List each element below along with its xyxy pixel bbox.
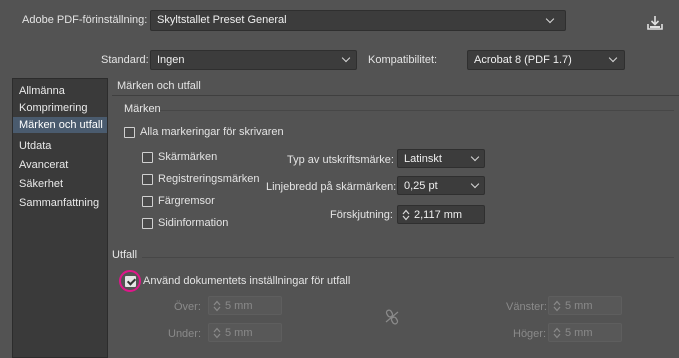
standard-value: Ingen [157,54,185,66]
preset-dropdown[interactable]: Skyltstallet Preset General [150,10,566,31]
bleed-left-label: Vänster: [506,301,547,313]
crop-marks-label: Skärmärken [158,151,218,163]
category-sidebar: Allmänna Komprimering Märken och utfall … [12,78,108,358]
preset-label: Adobe PDF-förinställning: [22,14,148,26]
mark-weight-dropdown[interactable]: 0,25 pt [397,176,485,195]
bleed-top-value: 5 mm [225,300,253,312]
chevron-down-icon [608,53,618,63]
bleed-bottom-label: Under: [168,328,202,340]
section-title: Märken och utfall [117,80,201,92]
registration-marks-label: Registreringsmärken [158,173,260,185]
bleed-right-stepper[interactable]: 5 mm [548,323,622,342]
bleed-top-stepper[interactable]: 5 mm [208,296,282,315]
stepper-arrows-icon [213,300,221,312]
standard-label: Standard: [101,54,149,66]
stepper-arrows-icon [553,327,561,339]
registration-marks-checkbox[interactable] [142,174,153,185]
bleed-group-title: Utfall [112,249,138,261]
offset-value: 2,117 mm [414,209,463,221]
standard-dropdown[interactable]: Ingen [150,50,357,70]
bleed-top-label: Över: [174,301,201,313]
preset-value: Skyltstallet Preset General [157,14,287,26]
sidebar-item-marks-and-bleeds[interactable]: Märken och utfall [13,117,107,133]
chevron-down-icon [545,14,555,24]
stepper-arrows-icon[interactable] [402,209,410,221]
bleed-right-value: 5 mm [565,327,593,339]
sidebar-item-compression[interactable]: Komprimering [13,100,107,116]
chevron-down-icon [470,179,480,189]
marks-group-title: Märken [124,103,161,115]
compatibility-label: Kompatibilitet: [368,54,438,66]
all-printer-marks-checkbox[interactable] [124,127,135,138]
chain-link-icon[interactable] [384,308,400,326]
offset-stepper[interactable]: 2,117 mm [397,205,485,224]
mark-type-label: Typ av utskriftsmärke: [287,154,394,166]
bleed-bottom-stepper[interactable]: 5 mm [208,323,282,342]
bleed-left-value: 5 mm [565,300,593,312]
mark-weight-value: 0,25 pt [404,180,438,192]
crop-marks-checkbox[interactable] [142,152,153,163]
bleed-bottom-value: 5 mm [225,327,253,339]
compatibility-dropdown[interactable]: Acrobat 8 (PDF 1.7) [467,50,625,70]
sidebar-item-security[interactable]: Säkerhet [13,176,107,192]
color-bars-checkbox[interactable] [142,196,153,207]
marks-group-divider [160,110,674,111]
use-document-bleed-label: Använd dokumentets inställningar för utf… [143,275,351,287]
chevron-down-icon [470,152,480,162]
compatibility-value: Acrobat 8 (PDF 1.7) [474,54,572,66]
all-printer-marks-label: Alla markeringar för skrivaren [140,126,284,138]
save-preset-icon[interactable] [645,14,665,32]
stepper-arrows-icon [213,327,221,339]
bleed-right-label: Höger: [513,328,547,340]
section-divider [112,95,679,96]
stepper-arrows-icon [553,300,561,312]
mark-weight-label: Linjebredd på skärmärken: [266,181,397,193]
color-bars-label: Färgremsor [158,195,215,207]
offset-label: Förskjutning: [330,209,393,221]
sidebar-item-general[interactable]: Allmänna [13,83,107,99]
bleed-group-divider [142,257,674,258]
mark-type-value: Latinskt [404,153,442,165]
bleed-left-stepper[interactable]: 5 mm [548,296,622,315]
page-information-checkbox[interactable] [142,218,153,229]
chevron-down-icon [341,53,351,63]
sidebar-item-output[interactable]: Utdata [13,138,107,154]
page-information-label: Sidinformation [158,217,229,229]
use-document-bleed-checkbox[interactable] [125,276,136,287]
sidebar-item-summary[interactable]: Sammanfattning [13,195,107,211]
sidebar-item-advanced[interactable]: Avancerat [13,157,107,173]
mark-type-dropdown[interactable]: Latinskt [397,149,485,168]
